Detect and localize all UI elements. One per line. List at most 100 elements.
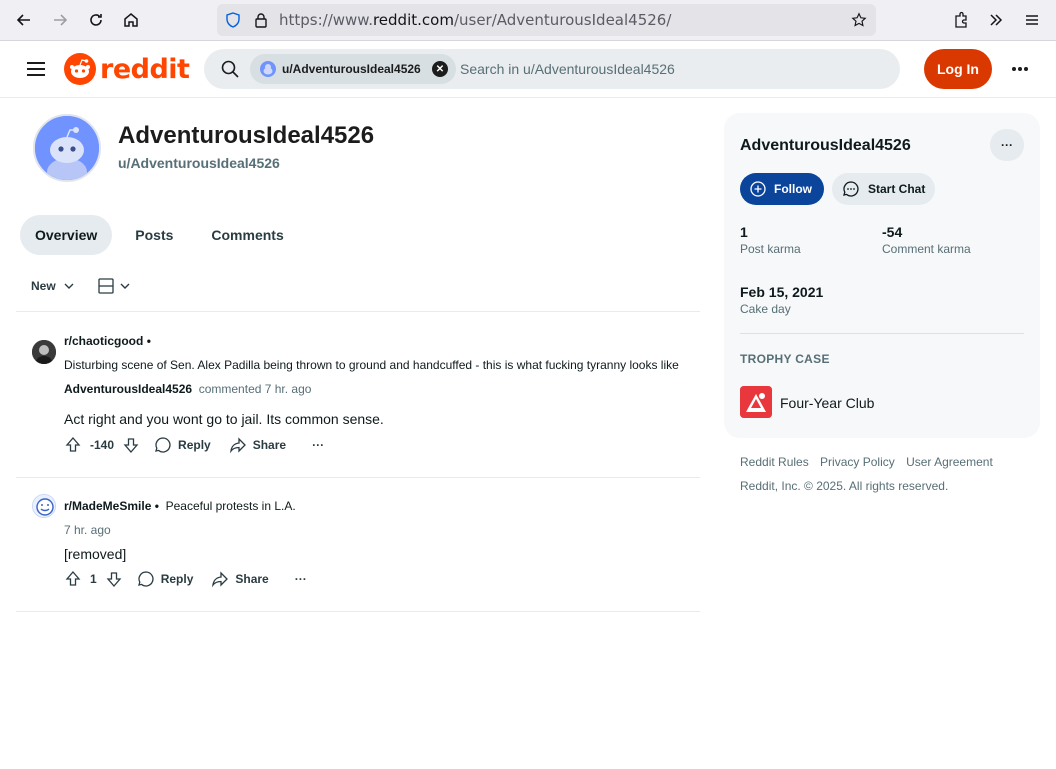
trophy-case-heading: TROPHY CASE	[740, 352, 830, 366]
sidebar-divider	[740, 333, 1024, 334]
subreddit-avatar	[32, 494, 56, 518]
profile-sidebar-card: AdventurousIdeal4526 ··· Follow Start Ch…	[724, 113, 1040, 438]
view-layout-dropdown[interactable]	[98, 278, 132, 294]
logo-wordmark: reddit	[100, 53, 190, 85]
extensions-icon[interactable]	[949, 8, 973, 32]
footer-link-rules[interactable]: Reddit Rules	[740, 455, 809, 469]
share-button[interactable]: Share	[229, 436, 286, 454]
more-label: ···	[294, 572, 307, 586]
chat-bubble-icon	[843, 181, 859, 197]
downvote-icon[interactable]	[122, 436, 140, 454]
share-label: Share	[235, 572, 269, 586]
sidebar-username: AdventurousIdeal4526	[740, 137, 911, 154]
tab-posts[interactable]: Posts	[120, 215, 188, 255]
subreddit-avatar	[32, 340, 56, 364]
start-chat-button[interactable]: Start Chat	[832, 173, 935, 205]
url-text: https://www.reddit.com/user/AdventurousI…	[279, 11, 671, 29]
card-layout-icon	[98, 278, 114, 294]
feed-item[interactable]: r/MadeMeSmile • Peaceful protests in L.A…	[16, 478, 700, 611]
reddit-logo[interactable]: reddit	[64, 53, 190, 85]
comment-time: 7 hr. ago	[64, 523, 111, 537]
separator-dot: •	[154, 499, 159, 513]
follow-label: Follow	[774, 182, 812, 196]
profile-handle: u/AdventurousIdeal4526	[118, 155, 280, 171]
footer-link-agreement[interactable]: User Agreement	[906, 455, 993, 469]
share-button[interactable]: Share	[211, 570, 269, 588]
footer-copyright: Reddit, Inc. © 2025. All rights reserved…	[740, 479, 949, 493]
feed-item[interactable]: r/chaoticgood • Disturbing scene of Sen.…	[16, 312, 700, 477]
sidebar-more-button[interactable]: ···	[990, 129, 1024, 161]
comment-bubble-icon	[155, 437, 171, 453]
chat-label: Start Chat	[868, 182, 926, 196]
search-input[interactable]: Search in u/AdventurousIdeal4526	[460, 61, 675, 77]
browser-toolbar: https://www.reddit.com/user/AdventurousI…	[0, 0, 1056, 41]
cake-day-label: Cake day	[740, 302, 791, 316]
footer-links: Reddit Rules Privacy Policy User Agreeme…	[740, 455, 1001, 469]
sort-dropdown[interactable]: New	[31, 279, 76, 293]
shield-icon[interactable]	[225, 12, 241, 28]
four-year-club-icon	[740, 386, 772, 418]
subreddit-link[interactable]: r/chaoticgood	[64, 334, 143, 348]
vote-score: -140	[90, 438, 115, 452]
reload-icon[interactable]	[84, 8, 108, 32]
upvote-icon[interactable]	[64, 436, 82, 454]
comment-bubble-icon	[137, 571, 154, 587]
share-icon	[229, 437, 246, 454]
tab-overview[interactable]: Overview	[20, 215, 113, 255]
forward-arrow-icon[interactable]	[48, 8, 72, 32]
chevron-down-icon	[64, 283, 74, 289]
trophy-name[interactable]: Four-Year Club	[780, 395, 874, 411]
back-arrow-icon[interactable]	[12, 8, 36, 32]
footer-link-privacy[interactable]: Privacy Policy	[820, 455, 895, 469]
vote-group: -140	[64, 436, 140, 454]
reddit-snoo-icon	[64, 53, 96, 85]
overflow-chevrons-icon[interactable]	[984, 8, 1008, 32]
search-icon	[220, 59, 240, 79]
comment-more-button[interactable]: ···	[312, 438, 324, 452]
post-title[interactable]: Peaceful protests in L.A.	[166, 499, 296, 513]
url-prefix: https://www.	[279, 11, 373, 29]
plus-circle-icon	[750, 181, 766, 197]
lock-icon[interactable]	[253, 12, 269, 28]
share-icon	[212, 571, 229, 588]
profile-avatar	[33, 114, 101, 182]
comment-actions: -140 Reply Share ···	[64, 436, 342, 454]
comment-time: commented 7 hr. ago	[198, 382, 312, 396]
share-label: Share	[252, 438, 287, 452]
reply-button[interactable]: Reply	[154, 436, 211, 454]
post-karma-label: Post karma	[740, 242, 801, 256]
comment-meta: AdventurousIdeal4526 commented 7 hr. ago	[64, 382, 311, 396]
reply-button[interactable]: Reply	[137, 570, 194, 588]
app-menu-icon[interactable]	[1020, 8, 1044, 32]
profile-display-name: AdventurousIdeal4526	[118, 122, 375, 149]
post-karma-value: 1	[740, 224, 748, 240]
follow-button[interactable]: Follow	[740, 173, 824, 205]
clear-scope-icon[interactable]: ✕	[432, 61, 448, 77]
chevron-down-icon	[120, 283, 130, 289]
url-host: reddit.com	[372, 11, 454, 29]
subreddit-link[interactable]: r/MadeMeSmile	[64, 499, 151, 513]
reply-label: Reply	[160, 572, 194, 586]
search-scope-chip[interactable]: u/AdventurousIdeal4526 ✕	[250, 54, 456, 84]
url-bar[interactable]: https://www.reddit.com/user/AdventurousI…	[217, 4, 876, 36]
author-name[interactable]: AdventurousIdeal4526	[64, 382, 192, 396]
home-icon[interactable]	[119, 8, 143, 32]
more-options-icon[interactable]	[1004, 53, 1036, 85]
reply-label: Reply	[178, 438, 211, 452]
comment-body: Act right and you wont go to jail. Its c…	[64, 411, 384, 427]
upvote-icon[interactable]	[64, 570, 82, 588]
comment-more-button[interactable]: ···	[295, 572, 307, 586]
menu-icon[interactable]	[24, 57, 48, 81]
post-title[interactable]: Disturbing scene of Sen. Alex Padilla be…	[64, 358, 679, 372]
tab-comments[interactable]: Comments	[196, 215, 298, 255]
search-bar[interactable]: u/AdventurousIdeal4526 ✕ Search in u/Adv…	[204, 49, 900, 89]
downvote-icon[interactable]	[105, 570, 123, 588]
login-button[interactable]: Log In	[924, 49, 992, 89]
more-label: ···	[312, 438, 325, 452]
bookmark-star-icon[interactable]	[851, 12, 867, 28]
comment-karma-label: Comment karma	[882, 242, 971, 256]
subreddit-name[interactable]: r/chaoticgood •	[64, 334, 151, 348]
subreddit-name[interactable]: r/MadeMeSmile • Peaceful protests in L.A…	[64, 499, 296, 513]
vote-group: 1	[64, 570, 123, 588]
user-avatar-icon	[260, 61, 276, 77]
